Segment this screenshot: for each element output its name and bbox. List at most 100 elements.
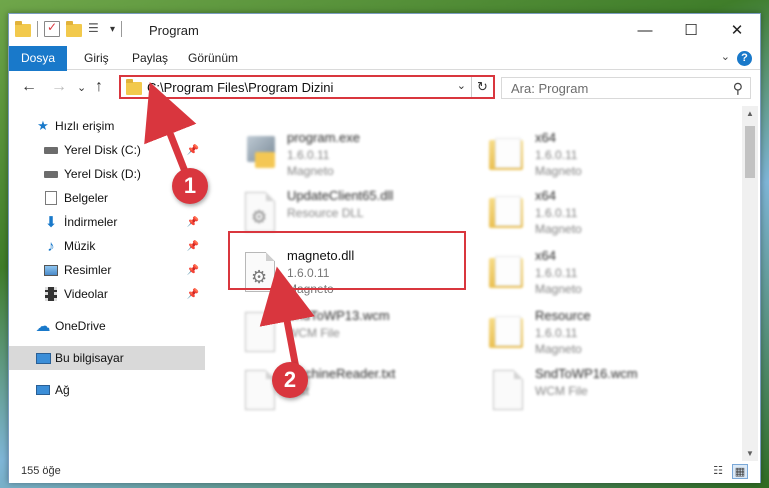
tiles-view-icon[interactable]: ▦ bbox=[732, 464, 748, 479]
pin-icon[interactable]: 📌 bbox=[187, 241, 199, 252]
address-dropdown-icon[interactable]: ⌄ bbox=[457, 79, 466, 92]
callout-1: 1 bbox=[172, 168, 208, 204]
close-button[interactable]: ✕ bbox=[714, 14, 760, 46]
sidebar-item-label: OneDrive bbox=[55, 319, 106, 333]
scroll-thumb[interactable] bbox=[745, 126, 755, 178]
pin-icon[interactable]: 📌 bbox=[187, 217, 199, 228]
sidebar-item-music[interactable]: ♪ Müzik 📌 bbox=[9, 234, 205, 258]
file-icon bbox=[487, 368, 527, 416]
pin-icon[interactable]: 📌 bbox=[187, 265, 199, 276]
file-company: Magneto bbox=[287, 164, 334, 178]
list-item[interactable]: x64 1.6.0.11 Magneto bbox=[487, 186, 717, 244]
scroll-down-icon[interactable]: ▼ bbox=[742, 446, 758, 462]
computer-icon bbox=[35, 350, 51, 366]
up-button[interactable]: ↑ bbox=[95, 78, 103, 96]
music-icon: ♪ bbox=[47, 237, 55, 255]
file-name: x64 bbox=[535, 188, 556, 203]
toolbar-separator bbox=[37, 21, 38, 37]
forward-button[interactable]: → bbox=[51, 78, 67, 96]
file-name: UpdateClient65.dll bbox=[287, 188, 394, 203]
sidebar-item-label: Belgeler bbox=[64, 191, 109, 205]
download-icon: ⬇ bbox=[44, 214, 58, 231]
tab-home[interactable]: Giriş bbox=[71, 46, 122, 70]
list-item[interactable]: x64 1.6.0.11 Magneto bbox=[487, 246, 717, 304]
quick-access-toolbar: ✓ ☰ ▾ bbox=[15, 20, 123, 37]
window-controls: — ☐ ✕ bbox=[622, 14, 760, 46]
sidebar-item-label: Videolar bbox=[64, 287, 108, 301]
folder-icon bbox=[487, 190, 527, 238]
list-item[interactable]: x64 1.6.0.11 Magneto bbox=[487, 128, 717, 186]
file-type: WCM File bbox=[287, 326, 340, 340]
folder-icon bbox=[487, 250, 527, 298]
list-item[interactable]: SndToWP13.wcm WCM File bbox=[239, 306, 469, 364]
new-folder-icon[interactable] bbox=[66, 20, 82, 37]
sidebar-item-quick-access[interactable]: ★ Hızlı erişim bbox=[9, 114, 205, 138]
file-name: x64 bbox=[535, 248, 556, 263]
ribbon-expand-icon[interactable]: ⌄ bbox=[721, 50, 730, 63]
sidebar-item-onedrive[interactable]: ☁ OneDrive bbox=[9, 314, 205, 338]
refresh-button[interactable]: ↻ bbox=[471, 77, 493, 97]
file-name: program.exe bbox=[287, 130, 360, 145]
file-company: Magneto bbox=[535, 342, 582, 356]
cloud-icon: ☁ bbox=[35, 318, 51, 335]
file-company: Magneto bbox=[535, 222, 582, 236]
videos-icon bbox=[43, 286, 59, 302]
sidebar-item-this-pc[interactable]: Bu bilgisayar bbox=[9, 346, 205, 370]
details-view-icon[interactable]: ☷ bbox=[710, 464, 726, 479]
address-bar[interactable]: C:\Program Files\Program Dizini ⌄ ↻ bbox=[119, 75, 495, 99]
search-input[interactable]: Ara: Program ⚲ bbox=[501, 77, 751, 99]
list-item[interactable]: SndToWP16.wcm WCM File bbox=[487, 364, 717, 422]
pin-icon[interactable]: 📌 bbox=[187, 289, 199, 300]
sidebar-item-pictures[interactable]: Resimler 📌 bbox=[9, 258, 205, 282]
exe-file-icon bbox=[239, 132, 279, 180]
file-company: Magneto bbox=[535, 282, 582, 296]
chevron-down-icon[interactable]: ▾ bbox=[110, 24, 115, 35]
tab-view[interactable]: Görünüm bbox=[175, 46, 251, 70]
folder-icon bbox=[487, 132, 527, 180]
minimize-button[interactable]: — bbox=[622, 14, 668, 46]
navigation-pane: ★ Hızlı erişim Yerel Disk (C:) 📌 Yerel D… bbox=[9, 106, 205, 461]
file-name: SndToWP13.wcm bbox=[287, 308, 390, 323]
vertical-scrollbar[interactable]: ▲ ▼ bbox=[742, 106, 758, 462]
help-icon[interactable]: ? bbox=[737, 51, 752, 66]
pin-icon[interactable]: 📌 bbox=[187, 145, 199, 156]
customize-toolbar-icon[interactable]: ☰ bbox=[88, 21, 104, 37]
sidebar-item-label: Yerel Disk (C:) bbox=[64, 143, 141, 157]
properties-icon[interactable]: ✓ bbox=[44, 20, 60, 37]
list-item[interactable]: program.exe 1.6.0.11 Magneto bbox=[239, 128, 469, 186]
sidebar-item-label: Yerel Disk (D:) bbox=[64, 167, 141, 181]
folder-icon bbox=[487, 310, 527, 358]
ribbon-tabs: Dosya Giriş Paylaş Görünüm ⌄ ? bbox=[9, 46, 760, 104]
star-icon: ★ bbox=[37, 118, 49, 133]
sidebar-item-downloads[interactable]: ⬇ İndirmeler 📌 bbox=[9, 210, 205, 234]
file-version: 1.6.0.11 bbox=[535, 206, 578, 220]
sidebar-item-videos[interactable]: Videolar 📌 bbox=[9, 282, 205, 306]
item-count: 155 öğe bbox=[21, 465, 61, 477]
file-highlight-box bbox=[228, 231, 466, 290]
file-icon bbox=[239, 310, 279, 358]
callout-2: 2 bbox=[272, 362, 308, 398]
search-placeholder: Ara: Program bbox=[511, 81, 589, 96]
drive-icon bbox=[43, 166, 59, 182]
sidebar-item-network[interactable]: Ağ bbox=[9, 378, 205, 402]
folder-icon bbox=[15, 20, 31, 37]
sidebar-item-label: Hızlı erişim bbox=[55, 119, 115, 133]
pictures-icon bbox=[43, 262, 59, 278]
scroll-up-icon[interactable]: ▲ bbox=[742, 106, 758, 122]
sidebar-item-label: İndirmeler bbox=[64, 215, 118, 229]
recent-locations-button[interactable]: ⌄ bbox=[77, 81, 86, 94]
address-path[interactable]: C:\Program Files\Program Dizini bbox=[147, 80, 333, 95]
search-icon[interactable]: ⚲ bbox=[733, 80, 743, 97]
sidebar-item-label: Resimler bbox=[64, 263, 112, 277]
tab-share[interactable]: Paylaş bbox=[119, 46, 181, 70]
file-description: Resource DLL bbox=[287, 206, 364, 220]
list-item[interactable]: Resource 1.6.0.11 Magneto bbox=[487, 306, 717, 364]
network-icon bbox=[35, 382, 51, 398]
back-button[interactable]: ← bbox=[21, 78, 37, 96]
file-name: x64 bbox=[535, 130, 556, 145]
maximize-button[interactable]: ☐ bbox=[668, 14, 714, 46]
title-bar: ✓ ☰ ▾ Program — ☐ ✕ bbox=[9, 14, 760, 46]
window-title: Program bbox=[149, 23, 199, 38]
file-version: 1.6.0.11 bbox=[535, 148, 578, 162]
sidebar-item-local-disk-c[interactable]: Yerel Disk (C:) 📌 bbox=[9, 138, 205, 162]
